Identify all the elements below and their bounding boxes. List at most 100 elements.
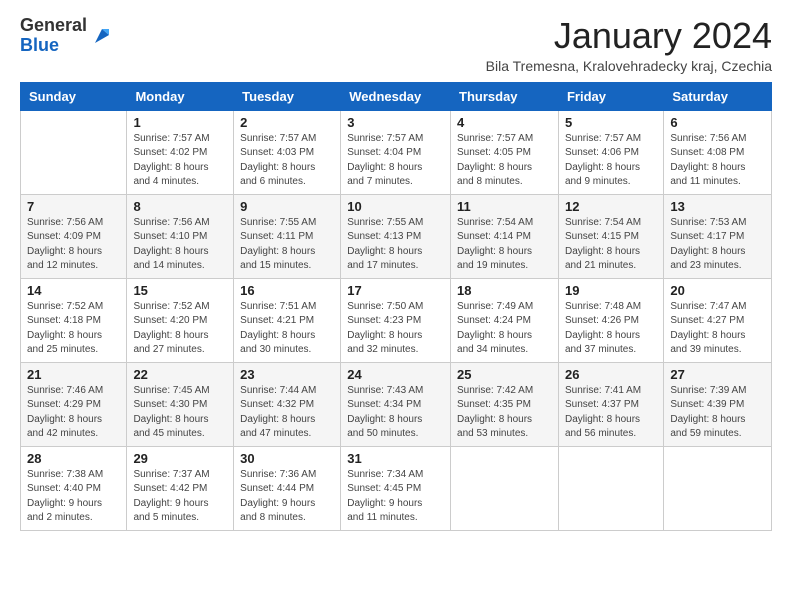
- day-number: 8: [133, 199, 227, 214]
- day-number: 14: [27, 283, 120, 298]
- day-info: Sunrise: 7:55 AM Sunset: 4:11 PM Dayligh…: [240, 216, 334, 274]
- calendar-cell: 6 Sunrise: 7:56 AM Sunset: 4:08 PM Daylig…: [664, 110, 772, 194]
- day-number: 24: [347, 367, 444, 382]
- day-info: Sunrise: 7:57 AM Sunset: 4:06 PM Dayligh…: [565, 132, 657, 190]
- weekday-header-thursday: Thursday: [451, 82, 559, 110]
- day-info: Sunrise: 7:48 AM Sunset: 4:26 PM Dayligh…: [565, 300, 657, 358]
- day-info: Sunrise: 7:56 AM Sunset: 4:09 PM Dayligh…: [27, 216, 120, 274]
- day-number: 19: [565, 283, 657, 298]
- day-info: Sunrise: 7:39 AM Sunset: 4:39 PM Dayligh…: [670, 384, 765, 442]
- weekday-header-saturday: Saturday: [664, 82, 772, 110]
- calendar-cell: 15 Sunrise: 7:52 AM Sunset: 4:20 PM Dayli…: [127, 278, 234, 362]
- calendar-cell: 29Sunrise: 7:37 AM Sunset: 4:42 PM Dayli…: [127, 446, 234, 530]
- day-info: Sunrise: 7:54 AM Sunset: 4:15 PM Dayligh…: [565, 216, 657, 274]
- calendar-table: SundayMondayTuesdayWednesdayThursdayFrid…: [20, 82, 772, 531]
- day-number: 30: [240, 451, 334, 466]
- day-info: Sunrise: 7:41 AM Sunset: 4:37 PM Dayligh…: [565, 384, 657, 442]
- calendar-cell: 25 Sunrise: 7:42 AM Sunset: 4:35 PM Dayli…: [451, 362, 559, 446]
- month-title: January 2024: [486, 16, 772, 56]
- day-info: Sunrise: 7:34 AM Sunset: 4:45 PM Dayligh…: [347, 468, 444, 526]
- day-number: 15: [133, 283, 227, 298]
- calendar-cell: 28Sunrise: 7:38 AM Sunset: 4:40 PM Dayli…: [21, 446, 127, 530]
- day-number: 3: [347, 115, 444, 130]
- calendar-cell: 26Sunrise: 7:41 AM Sunset: 4:37 PM Dayli…: [558, 362, 663, 446]
- day-info: Sunrise: 7:50 AM Sunset: 4:23 PM Dayligh…: [347, 300, 444, 358]
- day-number: 21: [27, 367, 120, 382]
- calendar-cell: 21Sunrise: 7:46 AM Sunset: 4:29 PM Dayli…: [21, 362, 127, 446]
- calendar-cell: 1 Sunrise: 7:57 AM Sunset: 4:02 PM Daylig…: [127, 110, 234, 194]
- weekday-header-wednesday: Wednesday: [341, 82, 451, 110]
- calendar-cell: 8 Sunrise: 7:56 AM Sunset: 4:10 PM Daylig…: [127, 194, 234, 278]
- calendar-week-5: 28Sunrise: 7:38 AM Sunset: 4:40 PM Dayli…: [21, 446, 772, 530]
- calendar-cell: [664, 446, 772, 530]
- weekday-header-sunday: Sunday: [21, 82, 127, 110]
- header-row: SundayMondayTuesdayWednesdayThursdayFrid…: [21, 82, 772, 110]
- day-info: Sunrise: 7:57 AM Sunset: 4:02 PM Dayligh…: [133, 132, 227, 190]
- day-info: Sunrise: 7:37 AM Sunset: 4:42 PM Dayligh…: [133, 468, 227, 526]
- calendar-cell: 12 Sunrise: 7:54 AM Sunset: 4:15 PM Dayli…: [558, 194, 663, 278]
- day-number: 10: [347, 199, 444, 214]
- calendar-cell: 13Sunrise: 7:53 AM Sunset: 4:17 PM Dayli…: [664, 194, 772, 278]
- day-number: 6: [670, 115, 765, 130]
- day-number: 23: [240, 367, 334, 382]
- calendar-cell: 7Sunrise: 7:56 AM Sunset: 4:09 PM Daylig…: [21, 194, 127, 278]
- day-number: 27: [670, 367, 765, 382]
- day-number: 22: [133, 367, 227, 382]
- day-info: Sunrise: 7:57 AM Sunset: 4:04 PM Dayligh…: [347, 132, 444, 190]
- day-info: Sunrise: 7:47 AM Sunset: 4:27 PM Dayligh…: [670, 300, 765, 358]
- day-info: Sunrise: 7:42 AM Sunset: 4:35 PM Dayligh…: [457, 384, 552, 442]
- calendar-cell: [558, 446, 663, 530]
- day-number: 13: [670, 199, 765, 214]
- day-info: Sunrise: 7:55 AM Sunset: 4:13 PM Dayligh…: [347, 216, 444, 274]
- calendar-cell: 10 Sunrise: 7:55 AM Sunset: 4:13 PM Dayli…: [341, 194, 451, 278]
- day-number: 17: [347, 283, 444, 298]
- day-info: Sunrise: 7:54 AM Sunset: 4:14 PM Dayligh…: [457, 216, 552, 274]
- logo-icon: [91, 25, 113, 47]
- day-info: Sunrise: 7:45 AM Sunset: 4:30 PM Dayligh…: [133, 384, 227, 442]
- day-number: 28: [27, 451, 120, 466]
- calendar-cell: 24 Sunrise: 7:43 AM Sunset: 4:34 PM Dayli…: [341, 362, 451, 446]
- day-info: Sunrise: 7:44 AM Sunset: 4:32 PM Dayligh…: [240, 384, 334, 442]
- calendar-cell: 17 Sunrise: 7:50 AM Sunset: 4:23 PM Dayli…: [341, 278, 451, 362]
- header: General Blue January 2024 Bila Tremesna,…: [20, 16, 772, 74]
- calendar-cell: 19 Sunrise: 7:48 AM Sunset: 4:26 PM Dayli…: [558, 278, 663, 362]
- day-info: Sunrise: 7:52 AM Sunset: 4:20 PM Dayligh…: [133, 300, 227, 358]
- calendar-cell: 30 Sunrise: 7:36 AM Sunset: 4:44 PM Dayli…: [234, 446, 341, 530]
- calendar-week-2: 7Sunrise: 7:56 AM Sunset: 4:09 PM Daylig…: [21, 194, 772, 278]
- day-number: 31: [347, 451, 444, 466]
- calendar-cell: 31 Sunrise: 7:34 AM Sunset: 4:45 PM Dayli…: [341, 446, 451, 530]
- weekday-header-tuesday: Tuesday: [234, 82, 341, 110]
- day-number: 1: [133, 115, 227, 130]
- calendar-cell: 22 Sunrise: 7:45 AM Sunset: 4:30 PM Dayli…: [127, 362, 234, 446]
- calendar-week-1: 1 Sunrise: 7:57 AM Sunset: 4:02 PM Daylig…: [21, 110, 772, 194]
- day-info: Sunrise: 7:49 AM Sunset: 4:24 PM Dayligh…: [457, 300, 552, 358]
- day-number: 25: [457, 367, 552, 382]
- logo: General Blue: [20, 16, 113, 56]
- calendar-cell: 2Sunrise: 7:57 AM Sunset: 4:03 PM Daylig…: [234, 110, 341, 194]
- day-info: Sunrise: 7:57 AM Sunset: 4:05 PM Dayligh…: [457, 132, 552, 190]
- day-info: Sunrise: 7:57 AM Sunset: 4:03 PM Dayligh…: [240, 132, 334, 190]
- day-number: 9: [240, 199, 334, 214]
- weekday-header-friday: Friday: [558, 82, 663, 110]
- calendar-cell: 16Sunrise: 7:51 AM Sunset: 4:21 PM Dayli…: [234, 278, 341, 362]
- day-info: Sunrise: 7:36 AM Sunset: 4:44 PM Dayligh…: [240, 468, 334, 526]
- day-number: 11: [457, 199, 552, 214]
- day-number: 18: [457, 283, 552, 298]
- calendar-cell: 20Sunrise: 7:47 AM Sunset: 4:27 PM Dayli…: [664, 278, 772, 362]
- calendar-cell: 11 Sunrise: 7:54 AM Sunset: 4:14 PM Dayli…: [451, 194, 559, 278]
- day-info: Sunrise: 7:43 AM Sunset: 4:34 PM Dayligh…: [347, 384, 444, 442]
- day-number: 4: [457, 115, 552, 130]
- calendar-cell: 3 Sunrise: 7:57 AM Sunset: 4:04 PM Daylig…: [341, 110, 451, 194]
- calendar-week-4: 21Sunrise: 7:46 AM Sunset: 4:29 PM Dayli…: [21, 362, 772, 446]
- day-number: 12: [565, 199, 657, 214]
- day-number: 16: [240, 283, 334, 298]
- calendar-cell: 18 Sunrise: 7:49 AM Sunset: 4:24 PM Dayli…: [451, 278, 559, 362]
- calendar-cell: 4 Sunrise: 7:57 AM Sunset: 4:05 PM Daylig…: [451, 110, 559, 194]
- title-block: January 2024 Bila Tremesna, Kralovehrade…: [486, 16, 772, 74]
- day-number: 5: [565, 115, 657, 130]
- day-info: Sunrise: 7:56 AM Sunset: 4:10 PM Dayligh…: [133, 216, 227, 274]
- page: General Blue January 2024 Bila Tremesna,…: [0, 0, 792, 547]
- day-info: Sunrise: 7:56 AM Sunset: 4:08 PM Dayligh…: [670, 132, 765, 190]
- calendar-cell: 9 Sunrise: 7:55 AM Sunset: 4:11 PM Daylig…: [234, 194, 341, 278]
- calendar-cell: 27 Sunrise: 7:39 AM Sunset: 4:39 PM Dayli…: [664, 362, 772, 446]
